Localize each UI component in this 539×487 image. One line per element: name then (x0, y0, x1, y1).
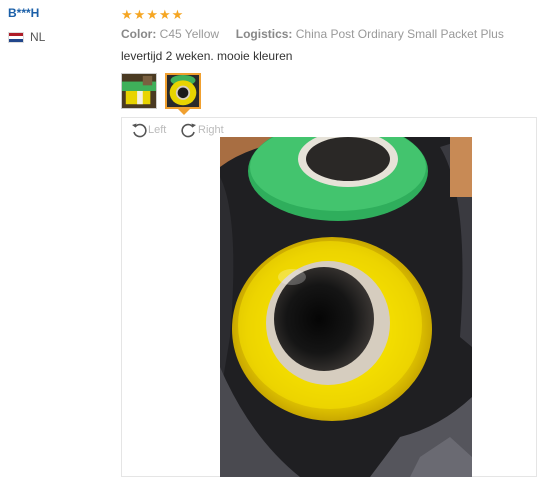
review-thumbnails (121, 73, 201, 109)
reviewer-panel: B***H NL (8, 6, 108, 44)
review-text: levertijd 2 weken. mooie kleuren (121, 49, 293, 63)
rotate-left-label: Left (148, 124, 167, 136)
active-thumbnail-pointer (178, 109, 190, 115)
rotate-right-label: Right (198, 124, 224, 136)
star-rating: ★ ★ ★ ★ ★ (121, 6, 539, 22)
star-icon: ★ (171, 6, 184, 22)
order-info: Color: C45 Yellow Logistics: China Post … (121, 27, 539, 41)
star-icon: ★ (133, 6, 146, 22)
thumbnail-image (122, 74, 156, 108)
tape-rolls-photo (220, 137, 472, 477)
rotate-left-icon (132, 123, 147, 138)
country-code: NL (30, 30, 46, 44)
thumbnail-2[interactable] (165, 73, 201, 109)
star-icon: ★ (146, 6, 158, 22)
review-photo (220, 137, 472, 477)
review-body: ★ ★ ★ ★ ★ Color: C45 Yellow Logistics: C… (121, 6, 539, 64)
star-icon: ★ (121, 6, 133, 22)
logistics-value: China Post Ordinary Small Packet Plus (295, 27, 504, 41)
rotate-right-button[interactable]: Right (181, 122, 224, 138)
color-label: Color: (121, 27, 157, 41)
logistics-label: Logistics: (235, 27, 293, 41)
rotate-left-button[interactable]: Left (131, 122, 166, 138)
image-viewer: Left Right (121, 117, 537, 477)
rotate-right-icon (181, 123, 196, 138)
thumbnail-image (167, 75, 199, 107)
thumbnail-1[interactable] (121, 73, 157, 109)
reviewer-country: NL (8, 30, 108, 44)
star-icon: ★ (158, 6, 171, 22)
color-value: C45 Yellow (159, 27, 220, 41)
reviewer-name[interactable]: B***H (8, 6, 108, 22)
netherlands-flag-icon (8, 31, 24, 43)
